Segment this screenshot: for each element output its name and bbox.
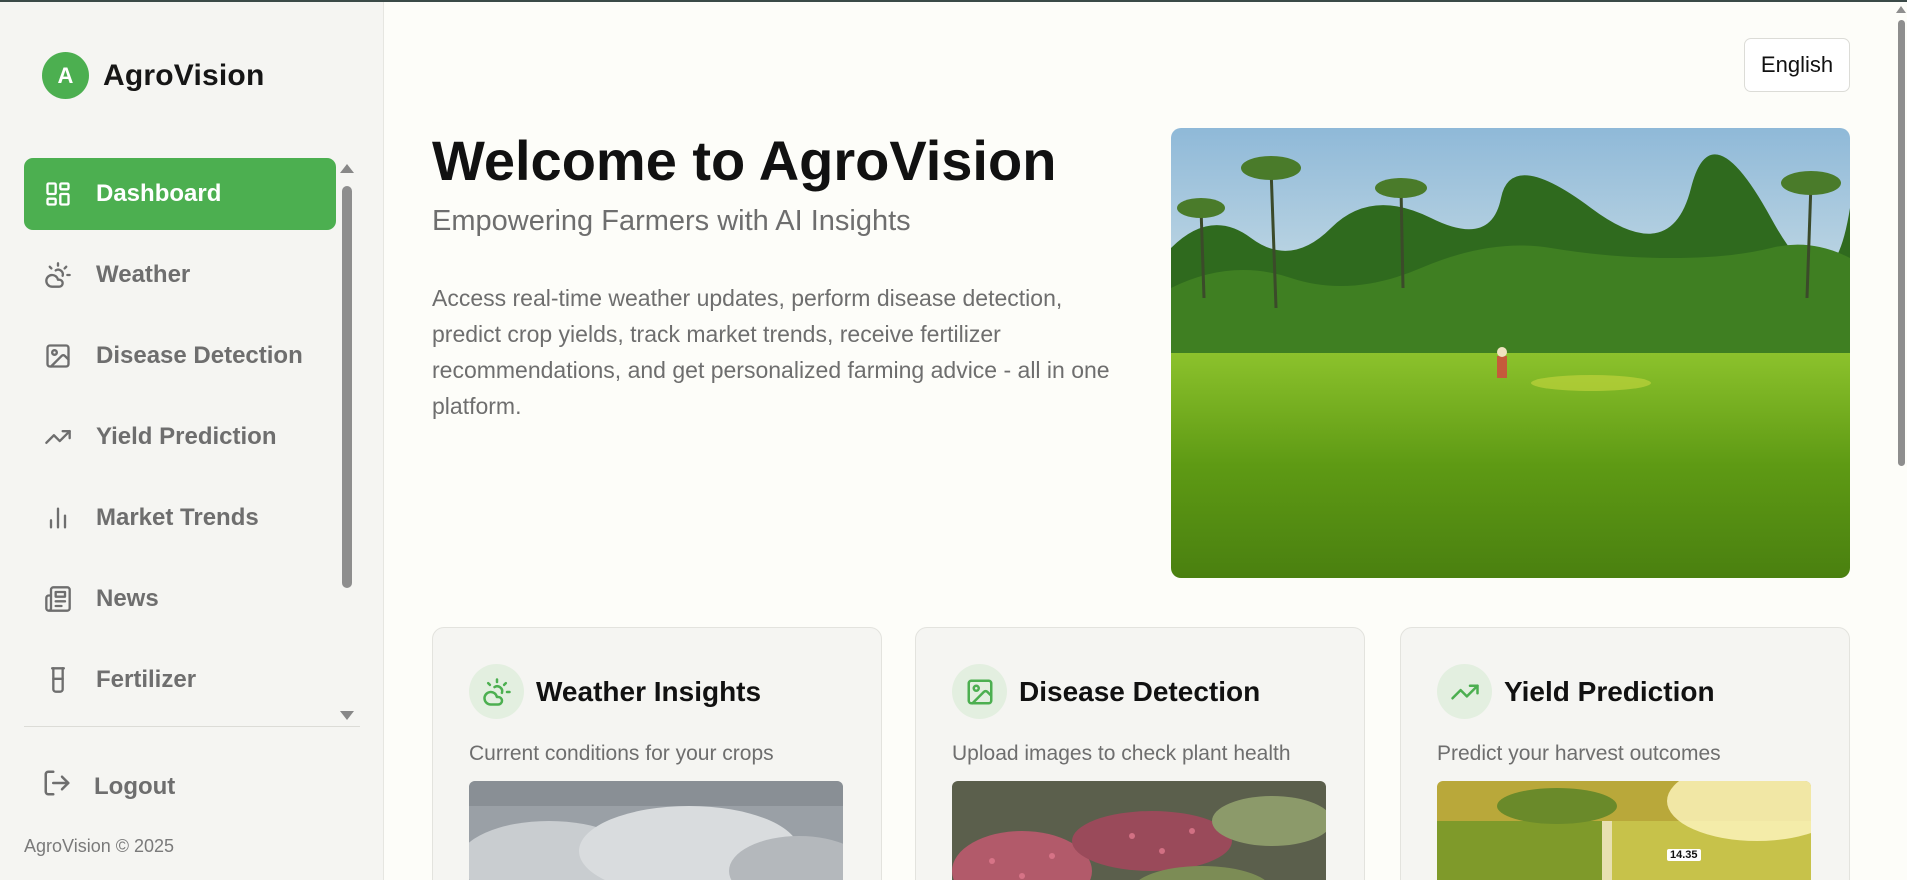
sidebar-item-label: Disease Detection [96,342,303,369]
card-title: Disease Detection [1019,675,1261,707]
newspaper-icon [42,583,74,615]
sidebar-scrollbar[interactable] [340,164,354,720]
sidebar: A AgroVision Dashboard Weather Disease D… [0,2,384,880]
sidebar-item-fertilizer[interactable]: Fertilizer [24,644,336,716]
image-overlay-label: 14.35 [1667,849,1701,861]
sidebar-item-yield-prediction[interactable]: Yield Prediction [24,401,336,473]
card-weather-insights[interactable]: Weather Insights Current conditions for … [432,627,882,880]
trending-up-icon [42,421,74,453]
sidebar-item-label: News [96,585,159,612]
brand[interactable]: A AgroVision [42,52,264,99]
sidebar-item-label: Dashboard [96,180,222,207]
sidebar-item-label: Weather [96,261,191,288]
trending-up-icon [1437,664,1492,719]
logout-icon [42,768,72,805]
weather-icon [42,259,74,291]
dashboard-icon [42,178,74,210]
divider [24,726,360,727]
card-title: Weather Insights [536,675,762,707]
card-yield-prediction[interactable]: Yield Prediction Predict your harvest ou… [1400,627,1850,880]
card-description: Predict your harvest outcomes [1437,742,1721,765]
sidebar-item-news[interactable]: News [24,563,336,635]
weather-icon [469,664,524,719]
hero-image [1171,128,1850,578]
sidebar-item-dashboard[interactable]: Dashboard [24,158,336,230]
image-icon [952,664,1007,719]
bar-chart-icon [42,502,74,534]
sidebar-item-weather[interactable]: Weather [24,239,336,311]
sidebar-item-disease-detection[interactable]: Disease Detection [24,320,336,392]
image-icon [42,340,74,372]
logout-label: Logout [94,772,176,800]
scrollbar-thumb[interactable] [342,186,352,588]
hero-description: Access real-time weather updates, perfor… [432,285,1110,419]
card-description: Current conditions for your crops [469,742,774,765]
page-subtitle: Empowering Farmers with AI Insights [432,205,911,237]
brand-name: AgroVision [103,58,265,92]
sidebar-nav: Dashboard Weather Disease Detection Yiel… [24,158,336,725]
scroll-down-arrow-icon[interactable] [340,711,354,720]
copyright: AgroVision © 2025 [24,836,175,856]
sidebar-item-label: Fertilizer [96,666,197,693]
sidebar-item-market-trends[interactable]: Market Trends [24,482,336,554]
flask-icon [42,664,74,696]
weather-card-image [469,781,843,880]
sidebar-item-label: Yield Prediction [96,423,277,450]
page-scrollbar-thumb[interactable] [1898,20,1905,466]
logout-button[interactable]: Logout [42,768,175,805]
brand-logo: A [42,52,89,99]
yield-card-image: 14.35 [1437,781,1811,880]
disease-card-image [952,781,1326,880]
sidebar-item-label: Market Trends [96,504,259,531]
card-title: Yield Prediction [1504,675,1715,707]
card-disease-detection[interactable]: Disease Detection Upload images to check… [915,627,1365,880]
card-description: Upload images to check plant health [952,742,1291,765]
page-title: Welcome to AgroVision [432,129,1057,192]
scroll-up-arrow-icon[interactable] [340,164,354,173]
page-scroll-up-icon[interactable] [1896,6,1906,13]
language-select[interactable]: English [1744,38,1850,92]
